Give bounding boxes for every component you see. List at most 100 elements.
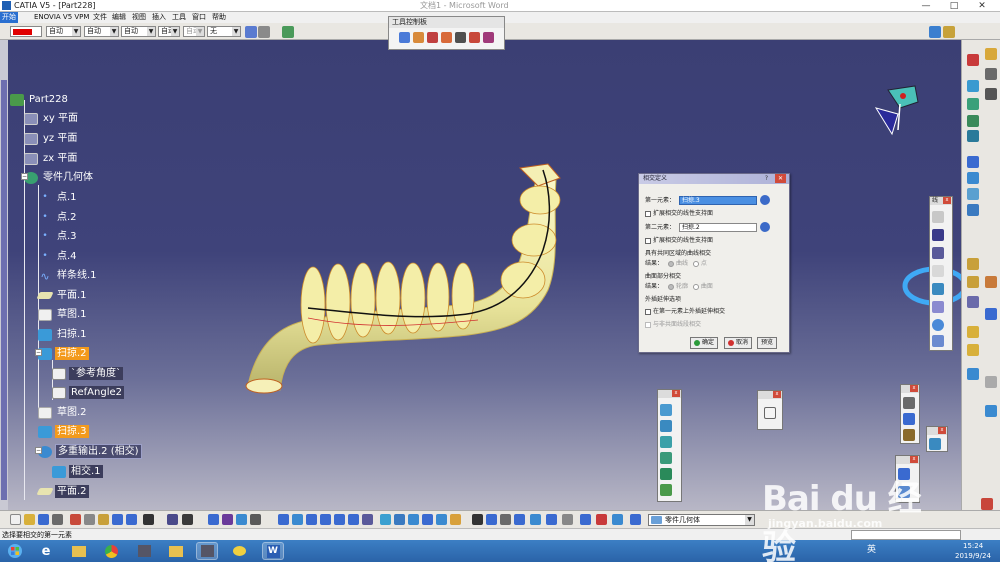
tree-item-intersect-1[interactable]: 相交.1 [52, 464, 103, 479]
3d-viewport[interactable]: Part228 xy 平面 yz 平面 zx 平面 零件几何体 • 点.1 • … [8, 40, 961, 510]
taskbar-weather[interactable] [228, 542, 250, 560]
replication-icon[interactable] [929, 438, 941, 450]
tree-item-sketch-2[interactable]: 草图.2 [38, 405, 89, 420]
point-tool-icon[interactable] [932, 211, 944, 223]
coplanar-option[interactable]: 与非共面线段相交 [645, 320, 701, 329]
tray-date[interactable]: 2019/9/24 [955, 551, 991, 562]
fillet-icon[interactable] [967, 258, 979, 270]
tree-expander[interactable]: − [35, 349, 42, 356]
hide-show-icon[interactable] [408, 514, 419, 525]
measure-icon[interactable] [929, 26, 941, 38]
extend-first-checkbox[interactable] [645, 210, 651, 217]
menu-file[interactable]: 文件 [93, 12, 107, 23]
join-icon[interactable] [967, 98, 979, 110]
menu-view[interactable]: 视图 [132, 12, 146, 23]
zoom-out-icon[interactable] [348, 514, 359, 525]
trim-icon[interactable] [967, 172, 979, 184]
table-icon[interactable] [208, 514, 219, 525]
preview-button[interactable]: 预览 [757, 337, 778, 349]
tree-expander[interactable]: − [21, 173, 28, 180]
extend-second-checkbox[interactable] [645, 237, 651, 244]
first-element-field[interactable]: 扫掠.3 [679, 196, 757, 205]
spline-tool-icon[interactable] [932, 335, 944, 347]
work-on-support-icon[interactable] [500, 514, 511, 525]
offset-icon[interactable] [660, 468, 672, 480]
color-combo[interactable] [10, 26, 42, 37]
instantiate-icon[interactable] [580, 514, 591, 525]
shading-icon[interactable] [394, 514, 405, 525]
menu-tools[interactable]: 工具 [172, 12, 186, 23]
floating-toolbar-close[interactable]: x [672, 390, 680, 397]
menu-enovia[interactable]: ENOVIA V5 VPM [34, 12, 89, 23]
translate-icon[interactable] [903, 397, 915, 409]
constraint-icon[interactable] [967, 326, 979, 338]
analysis-icon[interactable] [943, 26, 955, 38]
undo-icon[interactable] [112, 514, 123, 525]
tree-item-sketch-1[interactable]: 草图.1 [38, 307, 89, 322]
pan-icon[interactable] [306, 514, 317, 525]
grid-icon[interactable] [967, 296, 979, 308]
intersection-tool-icon[interactable] [932, 283, 944, 295]
polygon-select-icon[interactable] [455, 32, 466, 43]
cancel-button[interactable]: 取消 [724, 337, 753, 349]
select-tool-icon[interactable] [399, 32, 410, 43]
tree-item-plane-1[interactable]: 平面.1 [36, 288, 89, 303]
tree-item-sweep-3[interactable]: 扫掠.3 [38, 424, 89, 439]
render-icon[interactable] [967, 368, 979, 380]
menu-window[interactable]: 窗口 [192, 12, 206, 23]
second-element-field[interactable]: 扫掠.2 [679, 223, 757, 232]
taskbar-word[interactable]: W [262, 542, 284, 560]
swap-space-icon[interactable] [422, 514, 433, 525]
parameter-tool-icon[interactable] [967, 344, 979, 356]
tree-item-point-1[interactable]: • 点.1 [38, 190, 79, 205]
floating-toolbar-close[interactable]: x [943, 197, 951, 204]
line-type-combo[interactable]: 自动 ▼ [121, 26, 156, 37]
chamfer-icon[interactable] [967, 276, 979, 288]
properties-icon[interactable] [258, 26, 270, 38]
tree-scrollbar[interactable] [0, 40, 8, 510]
paint-stroke-icon[interactable] [441, 32, 452, 43]
view-icon[interactable] [985, 405, 997, 417]
tree-item-point-3[interactable]: • 点.3 [38, 229, 79, 244]
fit-all-icon[interactable] [292, 514, 303, 525]
result-surface-radio[interactable] [692, 283, 699, 290]
rotate-icon[interactable] [903, 413, 915, 425]
extract-icon[interactable] [967, 204, 979, 216]
print-icon[interactable] [52, 514, 63, 525]
menu-help[interactable]: 帮助 [212, 12, 226, 23]
zoom-in-icon[interactable] [334, 514, 345, 525]
tree-item-point-2[interactable]: • 点.2 [38, 210, 79, 225]
second-element-picker-icon[interactable] [760, 222, 770, 232]
minimize-button[interactable]: — [912, 0, 940, 12]
sweep-tool-icon[interactable] [660, 484, 672, 496]
fill-icon[interactable] [967, 115, 979, 127]
multi-view-icon[interactable] [436, 514, 447, 525]
selection-mode-icon[interactable] [413, 32, 424, 43]
close-button[interactable]: ✕ [968, 0, 996, 12]
extrapolate-first-checkbox[interactable] [645, 308, 651, 315]
tool-icon[interactable] [985, 48, 997, 60]
point-symbol-combo[interactable]: 自动 ▼ [158, 26, 180, 37]
taskbar-files[interactable] [165, 542, 187, 560]
tree-root[interactable]: Part228 [10, 92, 70, 107]
result-point-radio[interactable] [692, 260, 699, 267]
plane-system-icon[interactable] [546, 514, 557, 525]
whats-this-icon[interactable] [143, 514, 154, 525]
extrapolate-first-option[interactable]: 在第一元素上外插延伸相交 [645, 307, 725, 316]
knowledge-advisor-icon[interactable] [182, 514, 193, 525]
fly-mode-icon[interactable] [278, 514, 289, 525]
scrollbar-thumb[interactable] [1, 80, 7, 500]
user-icon[interactable] [282, 26, 294, 38]
split-icon[interactable] [967, 156, 979, 168]
taskbar-catia-2[interactable] [196, 542, 218, 560]
rotate-view-icon[interactable] [320, 514, 331, 525]
define-in-work-object-icon[interactable] [630, 514, 641, 525]
tree-item-xy-plane[interactable]: xy 平面 [24, 111, 80, 126]
menu-start[interactable]: 开始 [0, 12, 18, 23]
isometric-view-icon[interactable] [380, 514, 391, 525]
dialog-close-button[interactable]: ✕ [775, 174, 786, 183]
axis-system-icon[interactable] [486, 514, 497, 525]
tree-item-ref-angle-param[interactable]: `参考角度` [52, 366, 123, 381]
floating-toolbar-close[interactable]: x [773, 391, 781, 398]
powercopy-icon[interactable] [596, 514, 607, 525]
